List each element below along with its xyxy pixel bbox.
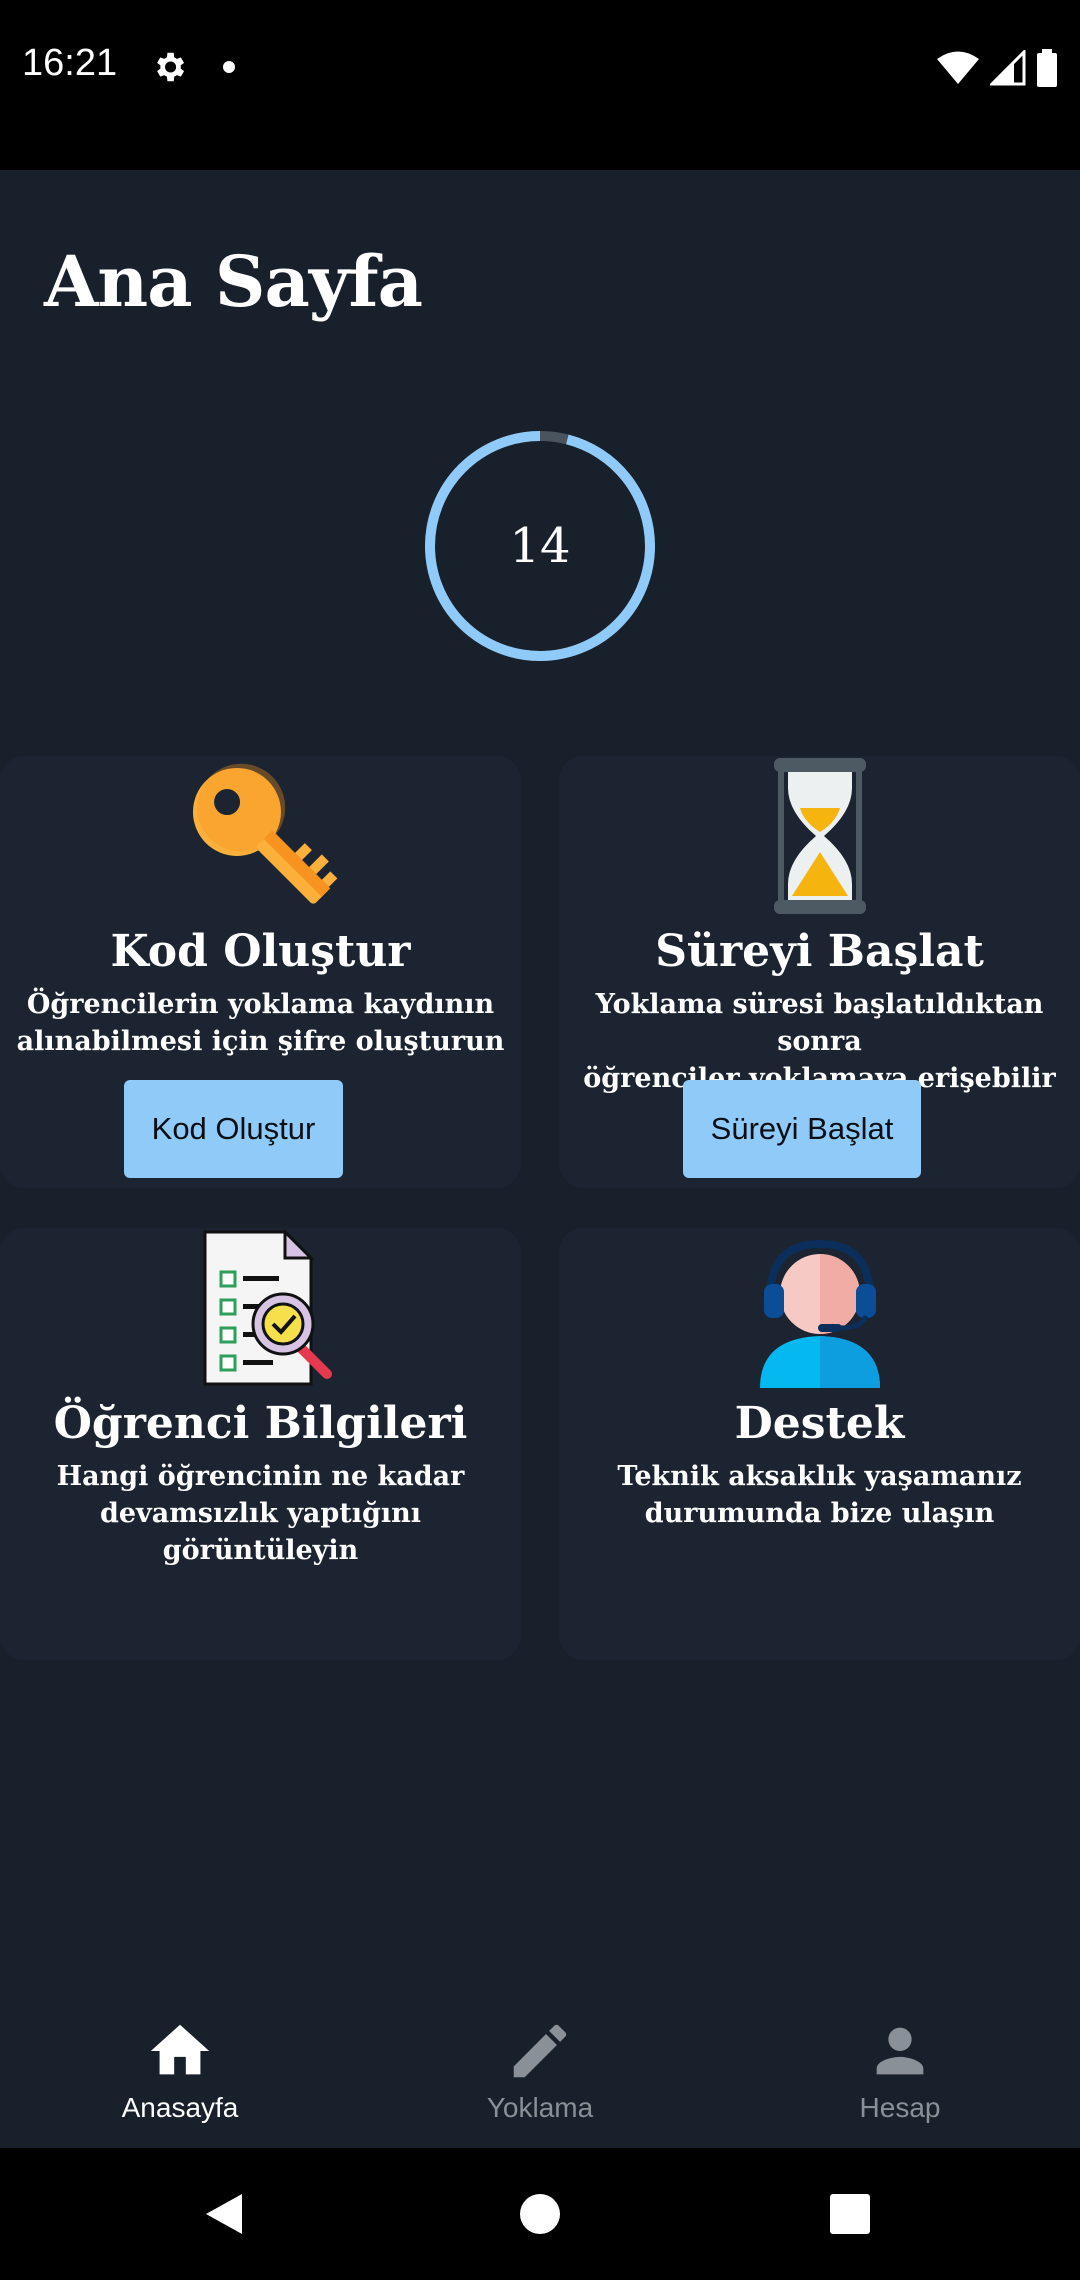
page-title: Ana Sayfa: [44, 240, 423, 323]
create-code-button[interactable]: Kod Oluştur: [124, 1080, 343, 1178]
hourglass-icon: [773, 758, 866, 914]
settings-icon: [157, 52, 185, 82]
recents-icon[interactable]: [828, 2192, 872, 2236]
card-student-info[interactable]: Öğrenci Bilgileri Hangi öğrencinin ne ka…: [0, 1228, 521, 1660]
support-agent-icon: [759, 1239, 880, 1388]
countdown-timer: 14: [420, 426, 660, 666]
document-search-icon: [203, 1228, 332, 1386]
nav-item-account[interactable]: Hesap: [720, 1990, 1080, 2148]
timer-value: 14: [509, 518, 571, 574]
card-start-timer: Süreyi Başlat Yoklama süresi başlatıldık…: [559, 756, 1080, 1188]
status-icons: [936, 48, 1058, 88]
card-support[interactable]: Destek Teknik aksaklık yaşamanız durumun…: [559, 1228, 1080, 1660]
card-description-line: alınabilmesi için şifre oluşturun: [16, 1026, 505, 1057]
nav-label: Anasayfa: [121, 2092, 239, 2123]
nav-label: Hesap: [859, 2092, 941, 2123]
card-description-line: devamsızlık yaptığını görüntüleyin: [99, 1498, 422, 1566]
card-description-line: Öğrencilerin yoklama kaydının: [26, 989, 495, 1020]
pencil-icon: [513, 2024, 567, 2078]
card-title: Süreyi Başlat: [655, 926, 984, 977]
start-timer-button[interactable]: Süreyi Başlat: [683, 1080, 921, 1178]
card-description-line: durumunda bize ulaşın: [644, 1498, 995, 1529]
card-description: Öğrencilerin yoklama kaydının alınabilme…: [10, 986, 511, 1060]
key-icon: [192, 763, 337, 904]
wifi-icon: [937, 51, 979, 84]
battery-icon: [1037, 49, 1057, 87]
app-content: Ana Sayfa 14 Kod Oluştur Öğrencilerin yo…: [0, 170, 1080, 2148]
bottom-navigation: Anasayfa Yoklama Hesap: [0, 1990, 1080, 2148]
card-description-line: Teknik aksaklık yaşamanız: [617, 1461, 1022, 1492]
cell-signal-icon: [990, 50, 1026, 86]
nav-item-home[interactable]: Anasayfa: [0, 1990, 360, 2148]
system-navigation-bar: [0, 2148, 1080, 2280]
status-time: 16:21: [22, 42, 118, 84]
card-title: Kod Oluştur: [110, 926, 411, 977]
card-title: Destek: [734, 1398, 905, 1449]
nav-item-attendance[interactable]: Yoklama: [360, 1990, 720, 2148]
card-create-code: Kod Oluştur Öğrencilerin yoklama kaydını…: [0, 756, 521, 1188]
card-description: Hangi öğrencinin ne kadar devamsızlık ya…: [10, 1458, 511, 1569]
back-icon[interactable]: [204, 2192, 244, 2236]
person-icon: [876, 2027, 924, 2075]
nav-label: Yoklama: [486, 2092, 594, 2123]
notification-dot-icon: [223, 61, 235, 73]
card-description-line: Hangi öğrencinin ne kadar: [56, 1461, 465, 1492]
card-description: Teknik aksaklık yaşamanız durumunda bize…: [569, 1458, 1070, 1532]
card-title: Öğrenci Bilgileri: [53, 1398, 468, 1449]
status-bar: 16:21: [0, 0, 1080, 170]
home-button-icon[interactable]: [518, 2192, 562, 2236]
home-icon: [150, 2024, 210, 2075]
card-description-line: Yoklama süresi başlatıldıktan sonra: [595, 989, 1044, 1057]
